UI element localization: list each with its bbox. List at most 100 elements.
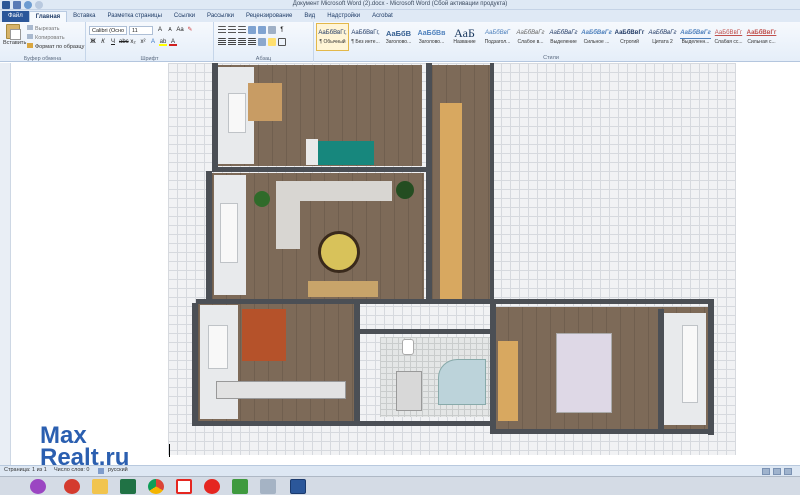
opera-icon[interactable] bbox=[64, 479, 80, 494]
excel-icon[interactable] bbox=[120, 479, 136, 494]
print-layout-icon[interactable] bbox=[762, 468, 770, 475]
wall bbox=[490, 303, 496, 431]
copy-icon bbox=[27, 34, 33, 39]
font-family-select[interactable]: Calibri (Осно bbox=[89, 26, 127, 35]
copy-button[interactable]: Копировать bbox=[27, 34, 84, 43]
tab-home[interactable]: Главная bbox=[28, 11, 68, 22]
style-subtle-reference[interactable]: АаБбВвГг Слабая сс... bbox=[712, 23, 745, 51]
toilet bbox=[402, 339, 414, 355]
tab-references[interactable]: Ссылки bbox=[168, 11, 201, 22]
style-intense-quote[interactable]: АаБбВвГг Выделенн... bbox=[679, 23, 712, 51]
grow-font-icon[interactable]: A bbox=[156, 26, 164, 34]
style-no-spacing[interactable]: АаБбВвГг, ¶ Без инте... bbox=[349, 23, 382, 51]
style-sample: АаБбВвГг bbox=[549, 30, 578, 36]
balcony-window bbox=[682, 325, 698, 403]
file-explorer-icon[interactable] bbox=[92, 479, 108, 494]
style-name: Выделенн... bbox=[681, 39, 710, 45]
pilcrow-icon[interactable]: ¶ bbox=[278, 26, 286, 34]
numbering-icon[interactable] bbox=[228, 26, 236, 34]
paragraph-group: ¶ Абзац bbox=[214, 22, 314, 62]
style-subtle-emphasis[interactable]: АаБбВвГг Слабое в... bbox=[514, 23, 547, 51]
paste-label: Вставить bbox=[3, 40, 27, 46]
align-right-icon[interactable] bbox=[238, 38, 246, 46]
change-case-icon[interactable]: Aa bbox=[176, 26, 184, 34]
wall bbox=[490, 429, 712, 434]
clear-format-icon[interactable]: ✎ bbox=[186, 26, 194, 34]
tab-acrobat[interactable]: Acrobat bbox=[366, 11, 399, 22]
shading-icon[interactable] bbox=[268, 38, 276, 46]
copy-label: Копировать bbox=[35, 35, 65, 41]
align-center-icon[interactable] bbox=[228, 38, 236, 46]
sort-icon[interactable] bbox=[268, 26, 276, 34]
style-intense-reference[interactable]: АаБбВвГг Сильная с... bbox=[745, 23, 778, 51]
shield-icon[interactable] bbox=[232, 479, 248, 494]
bedroom-wardrobe bbox=[498, 341, 518, 421]
proofing-icon[interactable] bbox=[98, 468, 104, 474]
tab-addins[interactable]: Надстройки bbox=[321, 11, 366, 22]
sofa-side bbox=[276, 181, 300, 249]
style-title[interactable]: АаБ Название bbox=[448, 23, 481, 51]
wall bbox=[192, 303, 198, 425]
style-heading-1[interactable]: АаБбВ Заголово... bbox=[382, 23, 415, 51]
font-size-select[interactable]: 11 bbox=[129, 26, 153, 35]
style-emphasis[interactable]: АаБбВвГг Выделение bbox=[547, 23, 580, 51]
chrome-icon[interactable] bbox=[148, 479, 164, 494]
taskbar bbox=[0, 476, 800, 495]
browser-icon[interactable] bbox=[30, 479, 46, 494]
multilevel-list-icon[interactable] bbox=[238, 26, 246, 34]
bullets-icon[interactable] bbox=[218, 26, 226, 34]
justify-icon[interactable] bbox=[248, 38, 256, 46]
decrease-indent-icon[interactable] bbox=[248, 26, 256, 34]
style-name: Заголово... bbox=[418, 39, 445, 45]
style-strong[interactable]: АаБбВвГг Строгий bbox=[613, 23, 646, 51]
status-language[interactable]: русский bbox=[108, 467, 128, 473]
format-painter-button[interactable]: Формат по образцу bbox=[27, 43, 84, 52]
borders-icon[interactable] bbox=[278, 38, 286, 46]
style-normal[interactable]: АаБбВвГг, ¶ Обычный bbox=[316, 23, 349, 51]
strikethrough-icon[interactable]: abc bbox=[119, 38, 129, 46]
format-painter-label: Формат по образцу bbox=[35, 44, 85, 50]
web-layout-icon[interactable] bbox=[784, 468, 792, 475]
tab-page-layout[interactable]: Разметка страницы bbox=[101, 11, 167, 22]
highlight-icon[interactable]: ab bbox=[159, 38, 167, 46]
text-cursor bbox=[169, 444, 170, 457]
style-intense-emphasis[interactable]: АаБбВвГг Сильное ... bbox=[580, 23, 613, 51]
underline-icon[interactable]: Ч bbox=[109, 38, 117, 46]
tools-icon[interactable] bbox=[260, 479, 276, 494]
status-words[interactable]: Число слов: 0 bbox=[54, 467, 89, 473]
shrink-font-icon[interactable]: A bbox=[166, 26, 174, 34]
style-subtitle[interactable]: АаБбВвГ Подзагол... bbox=[481, 23, 514, 51]
style-quote-2[interactable]: АаБбВвГг Цитата 2 bbox=[646, 23, 679, 51]
tab-file[interactable]: Файл bbox=[2, 11, 29, 22]
increase-indent-icon[interactable] bbox=[258, 26, 266, 34]
tab-review[interactable]: Рецензирование bbox=[240, 11, 298, 22]
paste-button[interactable]: Вставить bbox=[3, 24, 27, 52]
bold-icon[interactable]: Ж bbox=[89, 38, 97, 46]
yandex-browser-icon[interactable] bbox=[204, 479, 220, 494]
tab-view[interactable]: Вид bbox=[298, 11, 321, 22]
tab-insert[interactable]: Вставка bbox=[67, 11, 101, 22]
document-area[interactable]: Max Realt.ru bbox=[0, 63, 800, 471]
italic-icon[interactable]: К bbox=[99, 38, 107, 46]
superscript-icon[interactable]: x² bbox=[139, 38, 147, 46]
subscript-icon[interactable]: x₂ bbox=[129, 38, 137, 46]
shower-cabin bbox=[438, 359, 486, 405]
full-screen-reading-icon[interactable] bbox=[773, 468, 781, 475]
text-effects-icon[interactable]: A bbox=[149, 38, 157, 46]
brush-icon bbox=[27, 43, 33, 48]
style-sample: АаБбВ bbox=[385, 29, 412, 38]
status-page[interactable]: Страница: 1 из 1 bbox=[4, 467, 47, 473]
style-name: ¶ Обычный bbox=[319, 39, 346, 45]
word-icon[interactable] bbox=[290, 479, 306, 494]
line-spacing-icon[interactable] bbox=[258, 38, 266, 46]
wall bbox=[212, 63, 218, 171]
kitchen-window bbox=[208, 325, 228, 369]
align-left-icon[interactable] bbox=[218, 38, 226, 46]
style-heading-2[interactable]: АаБбВв Заголово... bbox=[415, 23, 448, 51]
style-sample: АаБбВвГг bbox=[614, 30, 645, 36]
status-bar: Страница: 1 из 1 Число слов: 0 русский bbox=[0, 465, 800, 476]
yandex-icon[interactable] bbox=[176, 479, 192, 494]
cut-button[interactable]: Вырезать bbox=[27, 25, 84, 34]
tab-mailings[interactable]: Рассылки bbox=[201, 11, 240, 22]
font-color-icon[interactable]: A bbox=[169, 38, 177, 46]
